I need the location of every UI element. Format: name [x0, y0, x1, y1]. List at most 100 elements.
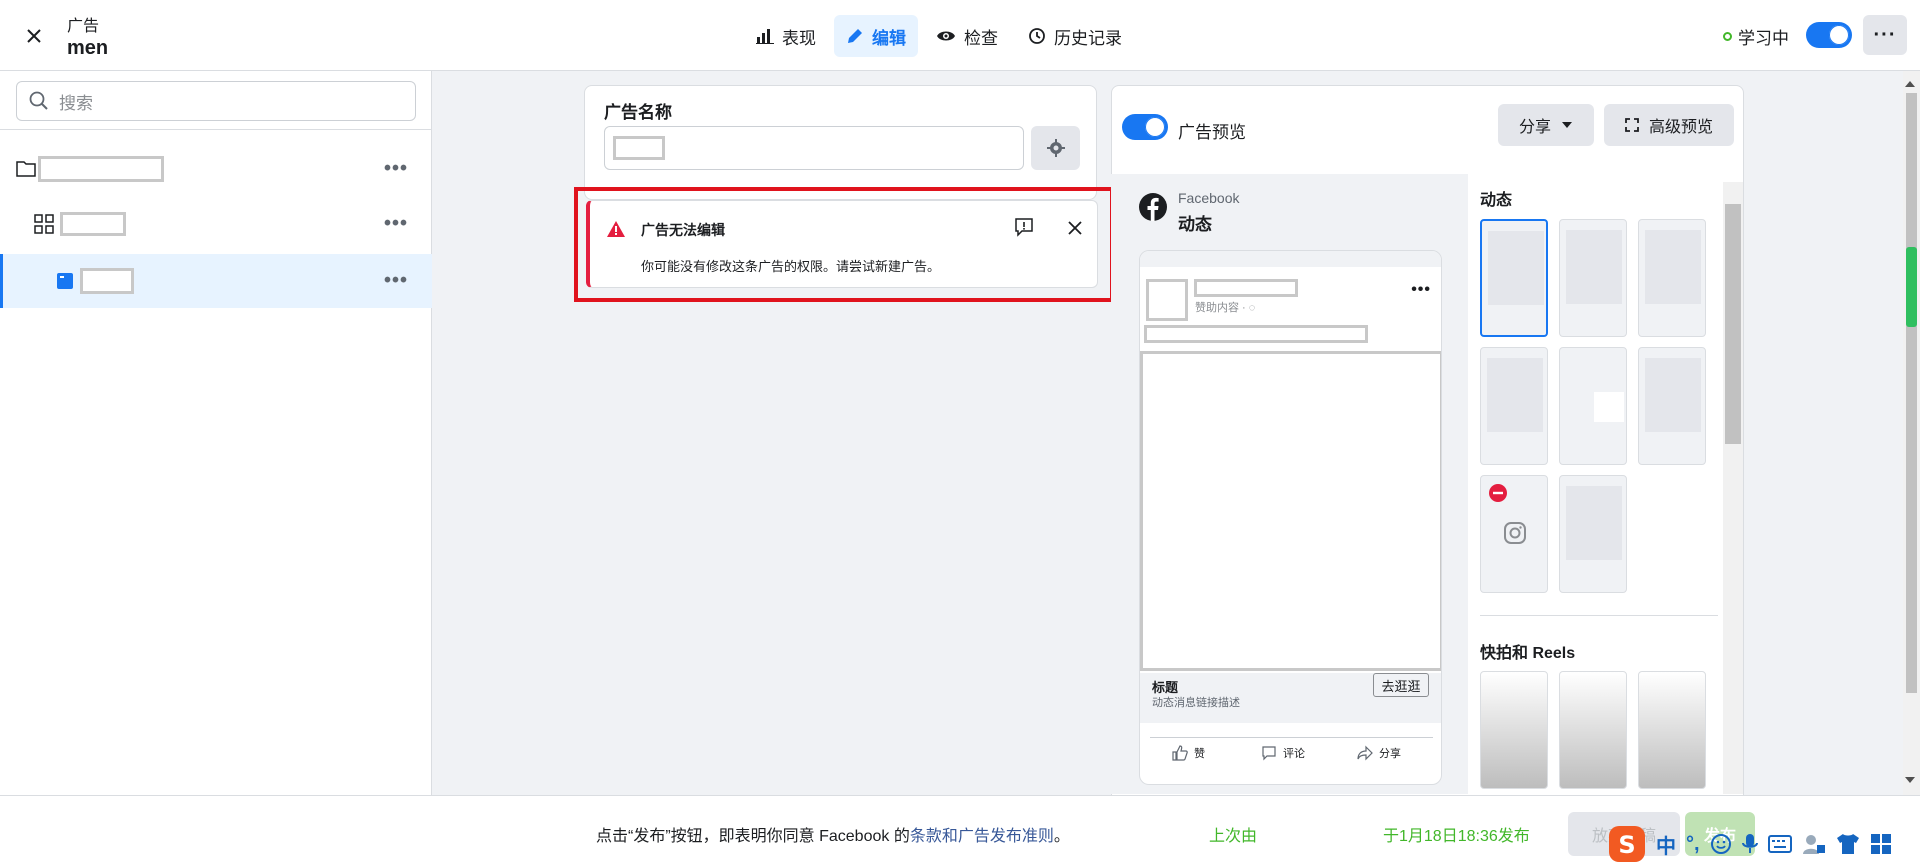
share-action[interactable]: 分享 — [1357, 745, 1401, 761]
last-published-time: 于1月18日18:36发布 — [1383, 828, 1530, 845]
scrollbar-thumb[interactable] — [1725, 204, 1741, 444]
share-arrow-icon — [1357, 745, 1373, 761]
green-scroll-indicator — [1906, 247, 1917, 327]
thumb-image — [1594, 392, 1624, 422]
scrollbar-thumb[interactable] — [1906, 93, 1917, 693]
feedback-icon[interactable] — [1014, 217, 1034, 237]
placement-thumb-reel[interactable] — [1559, 671, 1627, 789]
terms-suffix: 。 — [1053, 828, 1070, 845]
comment-action[interactable]: 评论 — [1261, 745, 1305, 761]
comment-icon — [1262, 746, 1276, 761]
placement-thumb-instagram[interactable] — [1480, 475, 1548, 593]
sogou-logo-icon[interactable]: S — [1608, 825, 1646, 863]
mode-tabs: 表现 编辑 检查 历史记录 — [744, 15, 1134, 57]
ad-on-off-toggle[interactable] — [1806, 22, 1852, 48]
scroll-down-icon[interactable] — [1905, 777, 1915, 783]
ad-name-value-placeholder — [613, 136, 665, 160]
ad-name-input[interactable] — [604, 126, 1024, 170]
preview-label: 广告预览 — [1178, 123, 1246, 142]
row-more-icon[interactable]: ••• — [384, 213, 408, 236]
keyboard-icon[interactable] — [1767, 835, 1792, 853]
placement-name: 动态 — [1178, 215, 1212, 234]
ad-name-card: 广告名称 — [584, 85, 1097, 200]
close-icon[interactable] — [1067, 220, 1083, 236]
emoji-icon[interactable] — [1710, 833, 1732, 855]
tab-history[interactable]: 历史记录 — [1016, 15, 1134, 57]
tab-performance[interactable]: 表现 — [744, 15, 828, 57]
tab-review[interactable]: 检查 — [924, 15, 1010, 57]
close-icon[interactable] — [20, 22, 48, 50]
placement-thumb[interactable] — [1480, 347, 1548, 465]
media-placeholder — [1140, 351, 1441, 671]
more-options-button[interactable]: ··· — [1863, 15, 1907, 55]
placement-thumb[interactable] — [1559, 219, 1627, 337]
delivery-status: 学习中 — [1723, 24, 1789, 49]
campaign-name-placeholder — [38, 156, 164, 182]
divider — [1480, 615, 1718, 616]
advanced-preview-button[interactable]: 高级预览 — [1604, 104, 1734, 146]
toggle-knob — [1829, 25, 1849, 45]
pencil-icon — [848, 29, 862, 43]
tab-edit[interactable]: 编辑 — [834, 15, 918, 57]
placement-scrollbar[interactable] — [1723, 182, 1743, 794]
tree-item-adset[interactable]: ••• — [0, 197, 432, 251]
mockup-top-strip — [1140, 251, 1441, 267]
status-label: 学习中 — [1738, 29, 1789, 48]
divider — [1150, 737, 1433, 738]
terms-link[interactable]: 条款和广告发布准则 — [910, 828, 1054, 845]
placement-thumb-reel[interactable] — [1638, 671, 1706, 789]
post-more-icon[interactable]: ••• — [1411, 281, 1431, 299]
placement-thumb-fb-feed[interactable] — [1480, 219, 1548, 337]
preview-toggle[interactable] — [1122, 114, 1168, 140]
facebook-logo-icon — [1139, 193, 1167, 221]
tree-item-campaign[interactable]: ••• — [0, 142, 432, 196]
share-button[interactable]: 分享 — [1498, 104, 1594, 146]
adset-name-placeholder — [60, 212, 126, 236]
alert-description: 你可能没有修改这条广告的权限。请尝试新建广告。 — [641, 259, 941, 274]
toolbox-grid-icon[interactable] — [1870, 833, 1892, 855]
cta-button[interactable]: 去逛逛 — [1373, 673, 1429, 697]
grid-icon — [34, 214, 54, 234]
user-icon[interactable] — [1802, 833, 1826, 855]
microphone-icon[interactable] — [1741, 833, 1758, 855]
placement-thumb[interactable] — [1638, 347, 1706, 465]
alert-title: 广告无法编辑 — [641, 222, 725, 238]
placement-thumb[interactable] — [1559, 347, 1627, 465]
ime-mode-label[interactable]: 中 — [1656, 830, 1676, 859]
page-name-placeholder — [1194, 279, 1298, 297]
status-dot — [1723, 32, 1732, 41]
terms-prefix: 点击“发布”按钮，即表明你同意 Facebook 的 — [596, 828, 910, 845]
campaign-tree-sidebar: 搜索 ••• ••• ••• — [0, 71, 432, 795]
tab-label: 表现 — [782, 28, 816, 48]
terms-notice: 点击“发布”按钮，即表明你同意 Facebook 的条款和广告发布准则。 — [596, 822, 1070, 846]
row-more-icon[interactable]: ••• — [384, 270, 408, 293]
caret-down-icon — [1562, 122, 1572, 128]
like-action[interactable]: 赞 — [1172, 745, 1205, 761]
row-more-icon[interactable]: ••• — [384, 158, 408, 181]
eye-icon — [937, 31, 955, 41]
warning-icon — [607, 221, 625, 237]
ime-punct-label[interactable]: °, — [1686, 833, 1700, 856]
thumb-image — [1645, 230, 1701, 304]
reels-section-title: 快拍和 Reels — [1480, 645, 1576, 662]
skin-shirt-icon[interactable] — [1836, 833, 1860, 855]
entity-type-label: 广告 — [67, 18, 100, 35]
tree-item-ad[interactable]: ••• — [0, 254, 432, 308]
post-link-description: 动态消息链接描述 — [1152, 697, 1240, 709]
placement-thumb[interactable] — [1559, 475, 1627, 593]
search-input[interactable]: 搜索 — [16, 81, 416, 121]
name-settings-button[interactable] — [1031, 126, 1080, 170]
primary-text-placeholder — [1144, 325, 1368, 343]
placement-thumb-story[interactable] — [1480, 671, 1548, 789]
ad-name-placeholder — [80, 268, 134, 294]
scroll-up-icon[interactable] — [1905, 81, 1915, 87]
platform-name: Facebook — [1178, 190, 1240, 206]
thumb-image — [1566, 486, 1622, 560]
page-scrollbar[interactable] — [1903, 71, 1920, 795]
unavailable-icon — [1489, 484, 1507, 502]
expand-icon — [1625, 118, 1639, 132]
placement-thumb[interactable] — [1638, 219, 1706, 337]
thumb-image — [1487, 358, 1543, 432]
instagram-icon — [1504, 522, 1526, 544]
placement-list: 动态 快拍和 Reels — [1468, 174, 1743, 794]
